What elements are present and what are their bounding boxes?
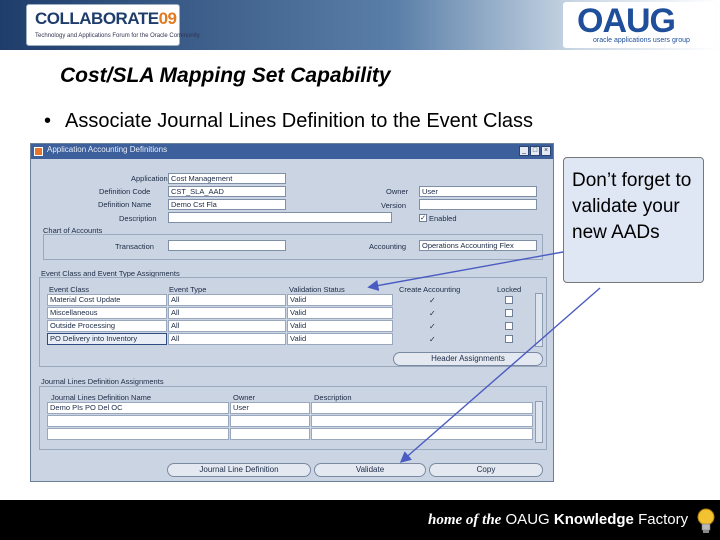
jld-description-header: Description: [314, 393, 352, 402]
create-accounting-check[interactable]: ✓: [429, 309, 436, 318]
accounting-label: Accounting: [369, 242, 407, 251]
footer-tagline: home of the OAUG Knowledge Factory: [428, 511, 688, 529]
footer-oaug: OAUG: [505, 511, 550, 528]
locked-header: Locked: [497, 285, 522, 294]
create-accounting-check[interactable]: ✓: [429, 322, 436, 331]
jld-owner-cell: [230, 415, 310, 427]
validation-status-cell: Valid: [287, 333, 393, 345]
create-accounting-header: Create Accounting: [399, 285, 461, 294]
event-class-cell[interactable]: Material Cost Update: [47, 294, 167, 306]
jld-name-cell[interactable]: [47, 428, 229, 440]
event-table-scrollbar[interactable]: [535, 293, 543, 347]
jld-name-header: Journal Lines Definition Name: [51, 393, 152, 402]
validation-status-header: Validation Status: [289, 285, 345, 294]
create-accounting-check[interactable]: ✓: [429, 296, 436, 305]
collaborate-tagline: Technology and Applications Forum for th…: [35, 33, 200, 39]
version-field[interactable]: [419, 199, 537, 210]
window-titlebar[interactable]: Application Accounting Definitions _ □ ×: [31, 144, 553, 159]
header-assignments-button[interactable]: Header Assignments: [393, 352, 543, 366]
event-class-cell[interactable]: Miscellaneous: [47, 307, 167, 319]
accounting-definitions-window: Application Accounting Definitions _ □ ×…: [30, 143, 554, 482]
description-label: Description: [119, 214, 157, 223]
collaborate-year: 09: [158, 9, 177, 28]
bullet-dot: •: [44, 110, 52, 132]
copy-button[interactable]: Copy: [429, 463, 543, 477]
owner-field[interactable]: User: [419, 186, 537, 197]
event-type-cell[interactable]: All: [168, 333, 286, 345]
footer-home-of-the: home of the: [428, 512, 502, 528]
definition-code-field[interactable]: CST_SLA_AAD: [168, 186, 286, 197]
close-icon[interactable]: ×: [541, 146, 551, 156]
event-class-header: Event Class: [49, 285, 90, 294]
minimize-icon[interactable]: _: [519, 146, 529, 156]
validation-status-cell: Valid: [287, 307, 393, 319]
enabled-checkbox[interactable]: ✓: [419, 214, 427, 222]
jld-table-scrollbar[interactable]: [535, 401, 543, 443]
locked-checkbox[interactable]: [505, 309, 513, 317]
version-label: Version: [381, 201, 407, 210]
callout-box: Don’t forget to validate your new AADs: [563, 157, 704, 283]
footer-factory: Factory: [638, 511, 689, 528]
callout-text: Don’t forget to validate your new AADs: [572, 170, 692, 243]
jld-description-cell: [311, 428, 533, 440]
bullet-text: Associate Journal Lines Definition to th…: [65, 110, 534, 132]
transaction-label: Transaction: [115, 242, 154, 251]
event-type-cell[interactable]: All: [168, 307, 286, 319]
validate-button[interactable]: Validate: [314, 463, 426, 477]
locked-checkbox[interactable]: [505, 296, 513, 304]
locked-checkbox[interactable]: [505, 322, 513, 330]
event-class-cell-selected[interactable]: PO Delivery into Inventory: [47, 333, 167, 345]
definition-name-label: Definition Name: [98, 200, 152, 209]
oaug-word: OAUG: [577, 2, 676, 40]
accounting-field[interactable]: Operations Accounting Flex: [419, 240, 537, 251]
oaug-tagline: oracle applications users group: [593, 37, 690, 44]
window-menu-icon[interactable]: [34, 147, 43, 156]
jld-owner-header: Owner: [233, 393, 256, 402]
event-type-cell[interactable]: All: [168, 320, 286, 332]
slide-title: Cost/SLA Mapping Set Capability: [60, 64, 391, 87]
collaborate-logo: COLLABORATE09 Technology and Application…: [26, 4, 200, 46]
validation-status-cell: Valid: [287, 294, 393, 306]
jld-owner-cell: User: [230, 402, 310, 414]
jld-section-title: Journal Lines Definition Assignments: [41, 377, 164, 386]
locked-checkbox[interactable]: [505, 335, 513, 343]
definition-name-field[interactable]: Demo Cst Fla: [168, 199, 286, 210]
footer-bar: home of the OAUG Knowledge Factory: [0, 500, 720, 540]
jld-name-cell[interactable]: Demo PIs PO Del OC: [47, 402, 229, 414]
create-accounting-check[interactable]: ✓: [429, 335, 436, 344]
maximize-icon[interactable]: □: [530, 146, 540, 156]
header-banner: COLLABORATE09 Technology and Application…: [0, 0, 720, 50]
jld-owner-cell: [230, 428, 310, 440]
event-class-cell[interactable]: Outside Processing: [47, 320, 167, 332]
application-label: Application: [131, 174, 168, 183]
bulb-icon: [697, 508, 715, 533]
jld-name-cell[interactable]: [47, 415, 229, 427]
footer-knowledge: Knowledge: [553, 511, 634, 528]
owner-label: Owner: [386, 187, 409, 196]
application-field[interactable]: Cost Management: [168, 173, 286, 184]
enabled-label: Enabled: [429, 214, 457, 223]
jld-description-cell: [311, 415, 533, 427]
bullet-item: • Associate Journal Lines Definition to t…: [44, 110, 533, 133]
jld-description-cell: [311, 402, 533, 414]
journal-line-definition-button[interactable]: Journal Line Definition: [167, 463, 311, 477]
collaborate-word: COLLABORATE: [35, 9, 159, 28]
window-title: Application Accounting Definitions: [47, 145, 168, 154]
definition-code-label: Definition Code: [99, 187, 151, 196]
event-type-cell[interactable]: All: [168, 294, 286, 306]
transaction-field[interactable]: [168, 240, 286, 251]
description-field[interactable]: [168, 212, 392, 223]
oaug-logo: OAUG oracle applications users group: [563, 2, 715, 48]
validation-status-cell: Valid: [287, 320, 393, 332]
event-type-header: Event Type: [169, 285, 207, 294]
